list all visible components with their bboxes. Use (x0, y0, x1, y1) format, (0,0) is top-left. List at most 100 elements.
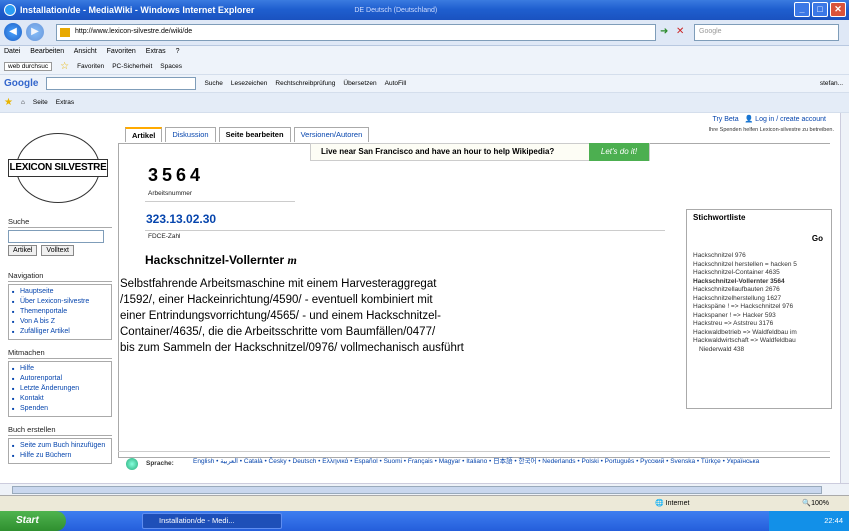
donate-link[interactable]: Ihre Spenden helfen Lexicon-silvestre zu… (709, 127, 834, 133)
user-account[interactable]: stefan... (820, 80, 843, 87)
lesezeichen-button[interactable]: Lesezeichen (231, 80, 268, 87)
sidebar-item-themenportale[interactable]: Themenportale (12, 307, 108, 317)
artikel-button[interactable]: Artikel (8, 245, 38, 256)
tab-versionen[interactable]: Versionen/Autoren (293, 127, 370, 142)
stichwort-item[interactable]: Hackwaldbetrieb => Waldfeldbau im (693, 329, 797, 338)
try-beta-link[interactable]: Try Beta (712, 116, 738, 123)
minimize-button[interactable]: _ (794, 2, 810, 17)
divider (145, 230, 665, 231)
stichwort-item[interactable]: Hackstreu => Aststreu 3176 (693, 320, 797, 329)
seite-menu[interactable]: Seite (33, 99, 48, 106)
top-links: Try Beta 👤 Log in / create account (712, 115, 826, 123)
suche-button[interactable]: Suche (204, 80, 222, 87)
stichwort-input[interactable] (690, 232, 790, 244)
stichwort-item[interactable]: Hackwaldwirtschaft => Waldfeldbau (693, 337, 797, 346)
scroll-thumb[interactable] (12, 486, 822, 494)
favoriten-button[interactable]: Favoriten (77, 63, 104, 70)
menu-extras[interactable]: Extras (146, 48, 166, 55)
menu-favoriten[interactable]: Favoriten (107, 48, 136, 55)
page-tabs: Artikel Diskussion Seite bearbeiten Vers… (125, 127, 370, 142)
stichwort-item[interactable]: Hackschnitzel 976 (693, 252, 797, 261)
sidebar-item-spenden[interactable]: Spenden (12, 404, 108, 414)
number-label: Arbeitsnummer (148, 190, 193, 197)
lang-indicator: DE Deutsch (Deutschland) (354, 6, 438, 14)
stichwort-item[interactable]: Hackschnitzelherstellung 1627 (693, 295, 797, 304)
menu-bar: Datei Bearbeiten Ansicht Favoriten Extra… (0, 46, 849, 59)
stichwort-item[interactable]: Hackschnitzellaufbauten 2676 (693, 286, 797, 295)
fdce-label: FDCE-Zahl (148, 233, 181, 240)
address-bar: ◀ ▶ http://www.lexicon-silvestre.de/wiki… (0, 20, 849, 46)
menu-help[interactable]: ? (176, 48, 180, 55)
sidebar-item-buch-hilfe[interactable]: Hilfe zu Büchern (12, 451, 108, 461)
pc-sicherheit-button[interactable]: PC-Sicherheit (112, 63, 152, 70)
sidebar-buch: Buch erstellen Seite zum Buch hinzufügen… (8, 425, 112, 464)
logo[interactable]: LEXICON SILVESTRE (8, 133, 108, 203)
autofill-button[interactable]: AutoFill (385, 80, 407, 87)
divider (145, 201, 295, 202)
home-icon[interactable]: ⌂ (21, 99, 25, 106)
sidebar-item-buch-hinzufuegen[interactable]: Seite zum Buch hinzufügen (12, 441, 108, 451)
uebersetzen-button[interactable]: Übersetzen (343, 80, 376, 87)
stichwort-title: Stichwortliste (693, 213, 746, 222)
search-input[interactable]: Google (694, 24, 839, 41)
menu-bearbeiten[interactable]: Bearbeiten (30, 48, 64, 55)
forward-icon[interactable]: ▶ (26, 23, 44, 41)
stichwort-go-button[interactable]: Go (812, 234, 823, 243)
google-toolbar: Google Suche Lesezeichen Rechtschreibprü… (0, 75, 849, 93)
nav-title: Navigation (8, 271, 112, 282)
close-button[interactable]: ✕ (830, 2, 846, 17)
article-body: Selbstfahrende Arbeitsmaschine mit einem… (120, 276, 540, 356)
language-links[interactable]: English • العربية • Català • Česky • Deu… (193, 457, 823, 467)
volltext-button[interactable]: Volltext (41, 245, 74, 256)
sidebar-item-kontakt[interactable]: Kontakt (12, 394, 108, 404)
sidebar-item-hilfe[interactable]: Hilfe (12, 364, 108, 374)
stichwort-item-current[interactable]: Hackschnitzel-Vollernter 3564 (693, 278, 797, 287)
globe-zone-icon: 🌐 (655, 500, 664, 507)
vertical-scrollbar[interactable] (840, 113, 849, 483)
mitmachen-title: Mitmachen (8, 348, 112, 359)
menu-ansicht[interactable]: Ansicht (74, 48, 97, 55)
back-icon[interactable]: ◀ (4, 23, 22, 41)
ie-icon (4, 4, 16, 16)
fdce-number[interactable]: 323.13.02.30 (146, 212, 216, 226)
stichwort-item[interactable]: Hackspaner ! => Hacker 593 (693, 312, 797, 321)
command-bar: ★ ⌂ Seite Extras (0, 93, 849, 113)
sidebar-item-autorenportal[interactable]: Autorenportal (12, 374, 108, 384)
maximize-button[interactable]: □ (812, 2, 828, 17)
zoom-level[interactable]: 🔍100% (802, 499, 829, 507)
favorites-star-icon[interactable]: ★ (4, 97, 13, 108)
sidebar-search-input[interactable] (8, 230, 104, 243)
spaces-button[interactable]: Spaces (160, 63, 182, 70)
banner-button[interactable]: Let's do it! (589, 143, 649, 161)
stichwort-panel: Stichwortliste Go Hackschnitzel 976 Hack… (686, 209, 832, 409)
taskbar-item-ie[interactable]: Installation/de - Medi... (142, 513, 282, 529)
stichwort-item[interactable]: Hackschnitzel-Container 4635 (693, 269, 797, 278)
sidebar-item-zufall[interactable]: Zufälliger Artikel (12, 327, 108, 337)
stichwort-item[interactable]: Hackspäne ! => Hackschnitzel 976 (693, 303, 797, 312)
tab-seite-bearbeiten[interactable]: Seite bearbeiten (218, 127, 291, 142)
sidebar-item-hauptseite[interactable]: Hauptseite (12, 287, 108, 297)
url-field[interactable]: http://www.lexicon-silvestre.de/wiki/de (56, 24, 656, 41)
sidebar-item-a-bis-z[interactable]: Von A bis Z (12, 317, 108, 327)
article-gender: m (287, 253, 297, 267)
stop-icon[interactable]: ✕ (676, 26, 684, 37)
star-icon[interactable]: ☆ (60, 61, 69, 72)
start-button[interactable]: Start (0, 511, 66, 531)
user-icon: 👤 (744, 116, 754, 123)
login-link[interactable]: Log in / create account (755, 116, 826, 123)
go-icon[interactable]: ➜ (660, 26, 668, 37)
rechtschreib-button[interactable]: Rechtschreibprüfung (275, 80, 335, 87)
sidebar-item-aenderungen[interactable]: Letzte Änderungen (12, 384, 108, 394)
tab-diskussion[interactable]: Diskussion (165, 127, 216, 142)
stichwort-item[interactable]: Hackschnitzel herstellen = hacken 5 (693, 261, 797, 270)
horizontal-scrollbar[interactable] (0, 483, 849, 495)
sidebar-item-ueber[interactable]: Über Lexicon-silvestre (12, 297, 108, 307)
google-search-input[interactable] (46, 77, 197, 90)
web-search-field[interactable]: web durchsuc (4, 62, 53, 71)
banner-text: Live near San Francisco and have an hour… (321, 147, 555, 156)
extras-menu[interactable]: Extras (56, 99, 74, 106)
stichwort-item[interactable]: Niederwald 438 (693, 346, 797, 355)
tab-artikel[interactable]: Artikel (125, 127, 163, 142)
body-line: /1592/, einer Hackeinrichtung/4590/ - ev… (120, 294, 433, 306)
menu-datei[interactable]: Datei (4, 48, 20, 55)
